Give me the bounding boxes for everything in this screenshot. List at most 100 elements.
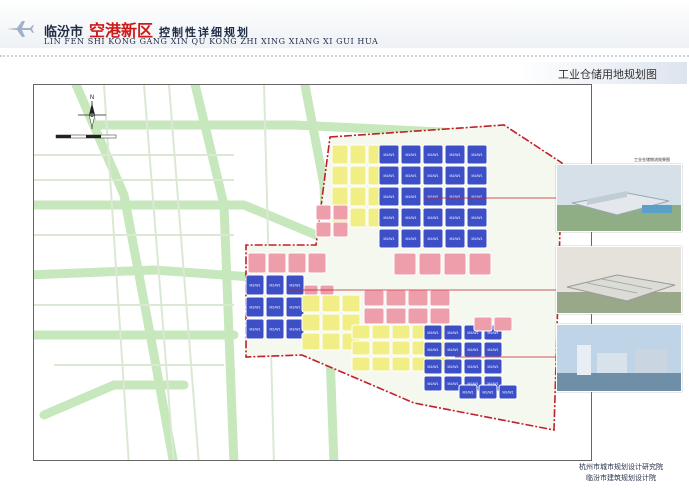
parcel-code: M1/W1 [405, 237, 416, 241]
parcel-code: M1/W1 [249, 284, 260, 288]
parcel-code: M1/W1 [383, 216, 394, 220]
land-parcel [331, 165, 349, 186]
land-parcel [429, 307, 451, 325]
land-parcel [351, 324, 371, 340]
land-parcel [371, 356, 391, 372]
land-parcel [468, 252, 492, 276]
map-title-banner: 工业仓储用地规划图 [521, 62, 687, 84]
parcel-code: M1/W1 [405, 195, 416, 199]
land-use-map: M1/W1 M1/W1 M1/W1 M1/W1 M1/W1 M1/W1 M1/W1 M1/W1… [34, 85, 591, 460]
parcel-code: M1/W1 [487, 348, 498, 352]
footer-line-1: 杭州市城市规划设计研究院 [579, 464, 663, 471]
parcel-code: M1/W1 [427, 195, 438, 199]
parcel-code: M1/W1 [269, 284, 280, 288]
parcel-code: M1/W1 [383, 153, 394, 157]
footer-line-2: 临汾市建筑规划设计院 [586, 475, 656, 482]
land-parcel [287, 252, 307, 274]
land-parcel [391, 324, 411, 340]
parcel-code: M1/W1 [289, 328, 300, 332]
land-parcel [315, 204, 332, 221]
parcel-code: M1/W1 [289, 306, 300, 310]
parcel-code: M1/W1 [405, 153, 416, 157]
land-parcel [349, 165, 367, 186]
parcel-code: M1/W1 [471, 174, 482, 178]
warehouse-render-image-3 [556, 324, 682, 392]
land-parcel [385, 289, 407, 307]
map-title: 工业仓储用地规划图 [558, 69, 657, 81]
parcel-code: M1/W1 [383, 237, 394, 241]
parcel-code: M1/W1 [471, 195, 482, 199]
parcel-code: M1/W1 [405, 216, 416, 220]
land-parcel [321, 313, 341, 332]
parcel-code: M1/W1 [427, 331, 438, 335]
parcel-code: M1/W1 [447, 331, 458, 335]
land-parcel [385, 307, 407, 325]
parcel-code: M1/W1 [383, 174, 394, 178]
land-parcel [315, 221, 332, 238]
land-parcel [407, 307, 429, 325]
land-parcel [301, 313, 321, 332]
land-parcel [351, 356, 371, 372]
title-pinyin: LIN FEN SHI KONG GANG XIN QU KONG ZHI XI… [44, 37, 379, 46]
parcel-code: M1/W1 [471, 153, 482, 157]
parcel-code: M1/W1 [471, 216, 482, 220]
land-parcel [331, 186, 349, 207]
scale-bar [55, 134, 117, 139]
land-parcel [407, 289, 429, 307]
land-parcel [321, 294, 341, 313]
parcel-code: M1/W1 [447, 348, 458, 352]
land-parcel [307, 252, 327, 274]
parcel-code: M1/W1 [383, 195, 394, 199]
parcel-code: M1/W1 [427, 237, 438, 241]
land-parcel [331, 144, 349, 165]
parcel-code: M1/W1 [467, 348, 478, 352]
airplane-icon [7, 21, 34, 37]
land-parcel [303, 284, 319, 296]
land-parcel [429, 289, 451, 307]
land-parcel [301, 332, 321, 351]
land-parcel [393, 252, 417, 276]
land-parcel [371, 340, 391, 356]
parcel-code: M1/W1 [449, 153, 460, 157]
land-parcel [391, 356, 411, 372]
parcel-code: M1/W1 [467, 365, 478, 369]
parcel-code: M1/W1 [487, 365, 498, 369]
parcel-code: M1/W1 [502, 391, 513, 395]
parcel-code: M1/W1 [427, 216, 438, 220]
land-parcel [371, 324, 391, 340]
parcel-code: M1/W1 [487, 331, 498, 335]
land-parcel [321, 332, 341, 351]
parcel-code: M1/W1 [447, 365, 458, 369]
parcel-code: M1/W1 [471, 237, 482, 241]
parcel-code: M1/W1 [427, 174, 438, 178]
parcel-code: M1/W1 [427, 153, 438, 157]
parcel-code: M1/W1 [427, 365, 438, 369]
land-parcel [493, 316, 513, 332]
parcel-code: M1/W1 [449, 195, 460, 199]
header-divider [0, 55, 689, 57]
parcel-code: M1/W1 [449, 216, 460, 220]
land-parcel [443, 252, 467, 276]
parcel-code: M1/W1 [269, 328, 280, 332]
land-parcel [341, 294, 361, 313]
land-parcel [332, 221, 349, 238]
land-parcel [363, 307, 385, 325]
parcel-code: M1/W1 [269, 306, 280, 310]
parcel-code: M1/W1 [249, 306, 260, 310]
parcel-code: M1/W1 [467, 331, 478, 335]
land-parcel [351, 340, 371, 356]
land-parcel [391, 340, 411, 356]
north-label: N [90, 95, 94, 101]
parcel-code: M1/W1 [482, 391, 493, 395]
land-parcel [349, 144, 367, 165]
parcel-code: M1/W1 [405, 174, 416, 178]
header-band: 临汾市 空港新区 控制性详细规划 LIN FEN SHI KONG GANG XIN… [0, 0, 689, 48]
land-parcel [418, 252, 442, 276]
land-parcel [267, 252, 287, 274]
land-parcel [247, 252, 267, 274]
land-parcel [363, 289, 385, 307]
inset-caption: 工业仓储物流效果图 [634, 157, 670, 162]
parcel-code: M1/W1 [427, 348, 438, 352]
land-parcel [332, 204, 349, 221]
land-parcel [473, 316, 493, 332]
